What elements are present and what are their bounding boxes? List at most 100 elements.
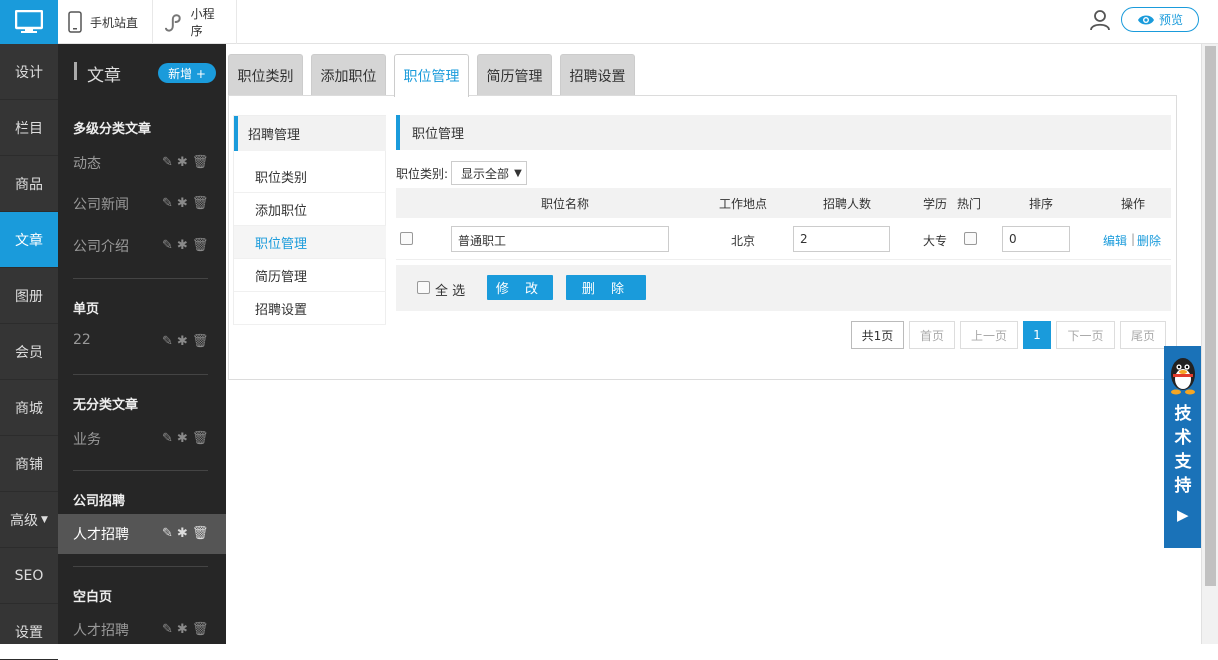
- delete-link[interactable]: 删除: [1137, 232, 1161, 249]
- select-all-label[interactable]: 全 选: [435, 280, 465, 299]
- magic-wand-icon[interactable]: ✱: [177, 622, 188, 637]
- magic-wand-icon[interactable]: ✱: [177, 238, 188, 253]
- menu-item-job-category[interactable]: 职位类别: [234, 160, 386, 193]
- first-page-button[interactable]: 首页: [909, 321, 955, 349]
- edit-icon[interactable]: ✎: [162, 238, 173, 253]
- column-header: 排序: [1029, 197, 1054, 211]
- recruit-menu-title: 招聘管理: [234, 116, 386, 151]
- nav-item-members[interactable]: 会员: [0, 324, 58, 380]
- mini-program-label: 小程序: [190, 7, 215, 38]
- magic-wand-icon[interactable]: ✱: [177, 334, 188, 349]
- menu-item-job-management[interactable]: 职位管理: [234, 226, 386, 259]
- trash-icon[interactable]: 🗑: [192, 526, 209, 541]
- list-item[interactable]: 动态 ✎ ✱ 🗑: [58, 143, 226, 183]
- nav-item-settings[interactable]: 设置: [0, 604, 58, 660]
- sort-order-input[interactable]: 0: [1002, 226, 1070, 252]
- magic-wand-icon[interactable]: ✱: [177, 526, 188, 541]
- category-select[interactable]: 显示全部 ▼: [451, 161, 528, 185]
- list-item-label: 人才招聘: [73, 527, 129, 543]
- magic-wand-icon[interactable]: ✱: [177, 431, 188, 446]
- nav-item-products[interactable]: 商品: [0, 156, 58, 212]
- nav-item-articles[interactable]: 文章: [0, 212, 58, 268]
- current-page-button[interactable]: 1: [1023, 321, 1051, 349]
- qq-penguin-icon: [1171, 358, 1195, 395]
- edit-icon[interactable]: ✎: [162, 155, 173, 170]
- list-item[interactable]: 业务 ✎ ✱ 🗑: [58, 419, 226, 459]
- job-count-input[interactable]: 2: [793, 226, 890, 252]
- mini-program-button[interactable]: 小程序: [153, 0, 237, 44]
- list-item[interactable]: 人才招聘 ✎ ✱ 🗑: [58, 610, 226, 644]
- scrollbar-thumb[interactable]: [1205, 46, 1216, 586]
- nav-item-columns[interactable]: 栏目: [0, 100, 58, 156]
- trash-icon[interactable]: 🗑: [192, 334, 209, 349]
- magic-wand-icon[interactable]: ✱: [177, 155, 188, 170]
- tab-recruit-settings[interactable]: 招聘设置: [560, 54, 635, 96]
- batch-action-bar: 全 选 修 改 删 除: [396, 265, 1171, 311]
- prev-page-button[interactable]: 上一页: [960, 321, 1018, 349]
- edit-link[interactable]: 编辑: [1103, 232, 1127, 249]
- tech-support-label: 技术支持: [1174, 404, 1192, 496]
- mobile-site-button[interactable]: 手机站直: [58, 0, 153, 44]
- trash-icon[interactable]: 🗑: [192, 238, 209, 253]
- hot-checkbox[interactable]: [964, 232, 977, 245]
- nav-item-mall[interactable]: 商城: [0, 380, 58, 436]
- trash-icon[interactable]: 🗑: [192, 622, 209, 637]
- new-article-button[interactable]: 新增 +: [158, 63, 216, 83]
- desktop-site-button[interactable]: [0, 0, 58, 44]
- divider: [73, 374, 208, 375]
- category-select-value: 显示全部: [461, 166, 510, 181]
- list-item[interactable]: 公司新闻 ✎ ✱ 🗑: [58, 184, 226, 224]
- nav-item-advanced-label: 高级: [10, 512, 39, 529]
- edit-icon[interactable]: ✎: [162, 334, 173, 349]
- nav-item-shops[interactable]: 商铺: [0, 436, 58, 492]
- group-title: 空白页: [73, 590, 113, 605]
- tab-job-category[interactable]: 职位类别: [228, 54, 303, 96]
- group-title: 单页: [73, 302, 100, 317]
- tech-support-widget[interactable]: 技术支持 ▶: [1164, 346, 1202, 548]
- sidebar-title: 文章: [87, 66, 121, 86]
- trash-icon[interactable]: 🗑: [192, 431, 209, 446]
- list-item-active[interactable]: 人才招聘 ✎ ✱ 🗑: [58, 514, 226, 554]
- last-page-button[interactable]: 尾页: [1120, 321, 1166, 349]
- monitor-icon: [15, 10, 43, 33]
- caret-down-icon: ▼: [41, 514, 48, 525]
- edit-icon[interactable]: ✎: [162, 196, 173, 211]
- next-page-button[interactable]: 下一页: [1056, 321, 1115, 349]
- menu-item-add-job[interactable]: 添加职位: [234, 193, 386, 226]
- column-header: 热门: [957, 197, 982, 211]
- trash-icon[interactable]: 🗑: [192, 196, 209, 211]
- job-location: 北京: [731, 234, 756, 248]
- edit-icon[interactable]: ✎: [162, 431, 173, 446]
- caret-down-icon: ▼: [514, 167, 522, 179]
- tab-add-job[interactable]: 添加职位: [311, 54, 386, 96]
- top-bar: 手机站直 小程序 预览: [0, 0, 1218, 44]
- tab-resume-management[interactable]: 简历管理: [477, 54, 552, 96]
- nav-item-advanced[interactable]: 高级 ▼: [0, 492, 58, 548]
- menu-item-recruit-settings[interactable]: 招聘设置: [234, 292, 386, 325]
- nav-item-design[interactable]: 设计: [0, 44, 58, 100]
- modify-button[interactable]: 修 改: [487, 275, 553, 300]
- select-all-checkbox[interactable]: [417, 281, 430, 294]
- menu-item-resume-management[interactable]: 简历管理: [234, 259, 386, 292]
- nav-item-albums[interactable]: 图册: [0, 268, 58, 324]
- list-item[interactable]: 22 ✎ ✱ 🗑: [58, 322, 226, 362]
- triangle-right-icon: ▶: [1177, 506, 1189, 524]
- delete-button[interactable]: 删 除: [566, 275, 646, 300]
- magic-wand-icon[interactable]: ✱: [177, 196, 188, 211]
- row-checkbox[interactable]: [400, 232, 413, 245]
- page-scrollbar[interactable]: [1201, 44, 1218, 644]
- edit-icon[interactable]: ✎: [162, 526, 173, 541]
- column-header: 学历: [923, 197, 948, 211]
- divider: [73, 278, 208, 279]
- list-item-label: 业务: [73, 432, 101, 448]
- user-icon[interactable]: [1088, 8, 1112, 32]
- list-item[interactable]: 公司介绍 ✎ ✱ 🗑: [58, 226, 226, 266]
- divider: [73, 566, 208, 567]
- category-filter: 职位类别: 显示全部 ▼: [396, 161, 528, 185]
- preview-button[interactable]: 预览: [1121, 7, 1199, 32]
- nav-item-seo[interactable]: SEO: [0, 548, 58, 604]
- edit-icon[interactable]: ✎: [162, 622, 173, 637]
- trash-icon[interactable]: 🗑: [192, 155, 209, 170]
- tab-job-management[interactable]: 职位管理: [394, 54, 469, 97]
- job-name-input[interactable]: 普通职工: [451, 226, 669, 252]
